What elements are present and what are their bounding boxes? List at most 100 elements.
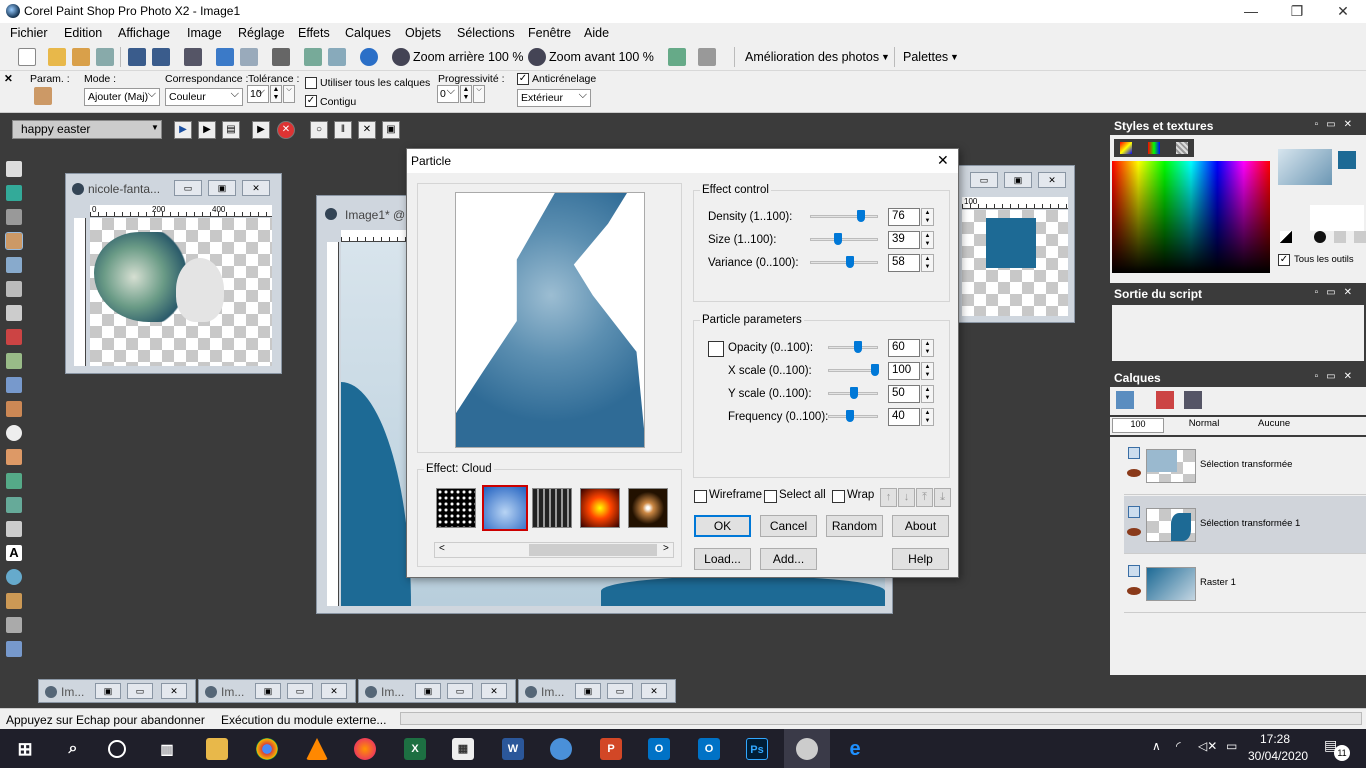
stop-script-icon[interactable]: ✕ (277, 121, 295, 139)
layer-row[interactable]: Sélection transformée 1 (1124, 496, 1366, 554)
run-script-icon[interactable]: ▶ (174, 121, 192, 139)
doc-restore-button[interactable]: ▣ (255, 683, 281, 699)
smudge-tool-icon[interactable] (6, 473, 22, 489)
doc-minimize-button[interactable]: ▭ (174, 180, 202, 196)
menu-edition[interactable]: Edition (64, 26, 102, 40)
menu-reglage[interactable]: Réglage (238, 26, 285, 40)
clone-tool-icon[interactable] (6, 353, 22, 369)
layer-row[interactable]: Raster 1 (1124, 555, 1366, 613)
opacity-slider-thumb[interactable] (854, 341, 862, 353)
select-all-checkbox[interactable] (764, 490, 777, 503)
document-window-nicole[interactable]: nicole-fanta... ▭ ▣ ✕ 0 200 400 (65, 173, 282, 374)
size-spinner[interactable]: ▲ ▼ (921, 231, 934, 249)
dodge-tool-icon[interactable] (6, 425, 22, 441)
variance-slider[interactable] (810, 256, 878, 268)
crop-tool-icon[interactable] (6, 281, 22, 297)
magic-wand-tool-icon[interactable] (5, 232, 23, 250)
doc-maximize-button[interactable]: ▭ (447, 683, 473, 699)
warp-brush-icon[interactable] (6, 617, 22, 633)
frequency-spinner[interactable]: ▲ ▼ (921, 408, 934, 426)
minimized-document[interactable]: Im... ▣ ▭ ✕ (518, 679, 676, 703)
close-button[interactable]: ✕ (1320, 0, 1366, 23)
use-all-layers-checkbox[interactable] (305, 77, 317, 89)
pen-tool-icon[interactable] (6, 593, 22, 609)
volume-muted-icon[interactable]: ◁✕ (1198, 739, 1217, 753)
delete-layer-icon[interactable] (1156, 391, 1174, 409)
layer-effects-icon[interactable] (1184, 391, 1202, 409)
tolerance-slider-button[interactable]: ⌵ (283, 85, 295, 103)
foreground-swatch[interactable] (1278, 149, 1332, 185)
copy-icon[interactable] (328, 48, 346, 66)
doc-maximize-button[interactable]: ▣ (1004, 172, 1032, 188)
size-input[interactable]: 39 (888, 231, 920, 249)
visibility-eye-icon[interactable] (1127, 469, 1141, 477)
layout-icon[interactable] (698, 48, 716, 66)
move-bottom-icon[interactable]: ⤓ (934, 488, 951, 507)
red-eye-tool-icon[interactable] (6, 329, 22, 345)
variance-input[interactable]: 58 (888, 254, 920, 272)
cancel-button[interactable]: Cancel (760, 515, 817, 537)
color-picker[interactable] (1112, 161, 1270, 273)
feather-spinner[interactable]: ▲ ▼ (460, 85, 472, 103)
doc-restore-button[interactable]: ▣ (95, 683, 121, 699)
mesh-warp-icon[interactable] (6, 641, 22, 657)
effect-scrollbar[interactable]: < > (434, 542, 674, 558)
undo-icon[interactable] (216, 48, 234, 66)
minimized-document[interactable]: Im... ▣ ▭ ✕ (38, 679, 196, 703)
effect-fire-thumb[interactable] (580, 488, 620, 528)
density-slider[interactable] (810, 210, 878, 222)
feather-input[interactable]: 0 (437, 85, 459, 103)
lighten-brush-icon[interactable] (6, 449, 22, 465)
dropper-tool-icon[interactable] (6, 257, 22, 273)
print-icon[interactable] (184, 48, 202, 66)
edit-script-icon[interactable]: ▤ (222, 121, 240, 139)
effect-cloud-thumb[interactable] (482, 485, 528, 531)
cancel-recording-icon[interactable]: ✕ (358, 121, 376, 139)
foreground-color-swatch[interactable] (1338, 151, 1356, 169)
variance-spinner[interactable]: ▲ ▼ (921, 254, 934, 272)
image-icon[interactable] (668, 48, 686, 66)
menu-aide[interactable]: Aide (584, 26, 609, 40)
antialias-select[interactable]: Extérieur (517, 89, 591, 107)
shape-tool-icon[interactable] (6, 569, 22, 585)
save-as-icon[interactable] (152, 48, 170, 66)
load-button[interactable]: Load... (694, 548, 751, 570)
wifi-icon[interactable]: ◜ (1176, 739, 1181, 753)
browse-icon[interactable] (72, 48, 90, 66)
effect-smoke-thumb[interactable] (532, 488, 572, 528)
scan-icon[interactable] (96, 48, 114, 66)
swatches-tab-icon[interactable] (1176, 142, 1188, 154)
script-select[interactable]: happy easter (12, 120, 162, 139)
opacity-slider[interactable] (828, 341, 878, 353)
cortana-icon[interactable] (108, 740, 126, 758)
task-view-icon[interactable]: ▥ (156, 738, 178, 760)
script-output-area[interactable] (1112, 305, 1364, 361)
layer-opacity-input[interactable]: 100 (1112, 418, 1164, 433)
straighten-tool-icon[interactable] (6, 305, 22, 321)
random-button[interactable]: Random (826, 515, 883, 537)
color-mode-tabs[interactable] (1114, 139, 1194, 157)
windows-start-icon[interactable]: ⊞ (14, 738, 36, 760)
run-script-interactive-icon[interactable]: ▶ (198, 121, 216, 139)
menu-fichier[interactable]: Fichier (10, 26, 48, 40)
minimize-button[interactable]: — (1228, 0, 1274, 23)
doc-maximize-button[interactable]: ▣ (208, 180, 236, 196)
frequency-slider[interactable] (828, 410, 878, 422)
effect-stars-thumb[interactable] (436, 488, 476, 528)
xscale-slider-thumb[interactable] (871, 364, 879, 376)
effect-sparkle-thumb[interactable] (628, 488, 668, 528)
scratch-remover-icon[interactable] (6, 377, 22, 393)
yscale-slider[interactable] (828, 387, 878, 399)
yscale-spinner[interactable]: ▲ ▼ (921, 385, 934, 403)
crop-icon[interactable] (272, 48, 290, 66)
palettes-menu[interactable]: Palettes (903, 50, 948, 64)
redo-icon[interactable] (240, 48, 258, 66)
zoom-out-icon[interactable] (392, 48, 410, 66)
scrollbar-thumb[interactable] (529, 544, 657, 556)
open-folder-icon[interactable] (48, 48, 66, 66)
app-icon[interactable] (550, 738, 572, 760)
wrap-checkbox[interactable] (832, 490, 845, 503)
close-icon[interactable]: ✕ (4, 73, 13, 85)
opacity-checkbox[interactable] (708, 341, 724, 357)
clock-date[interactable]: 30/04/2020 (1248, 749, 1308, 763)
